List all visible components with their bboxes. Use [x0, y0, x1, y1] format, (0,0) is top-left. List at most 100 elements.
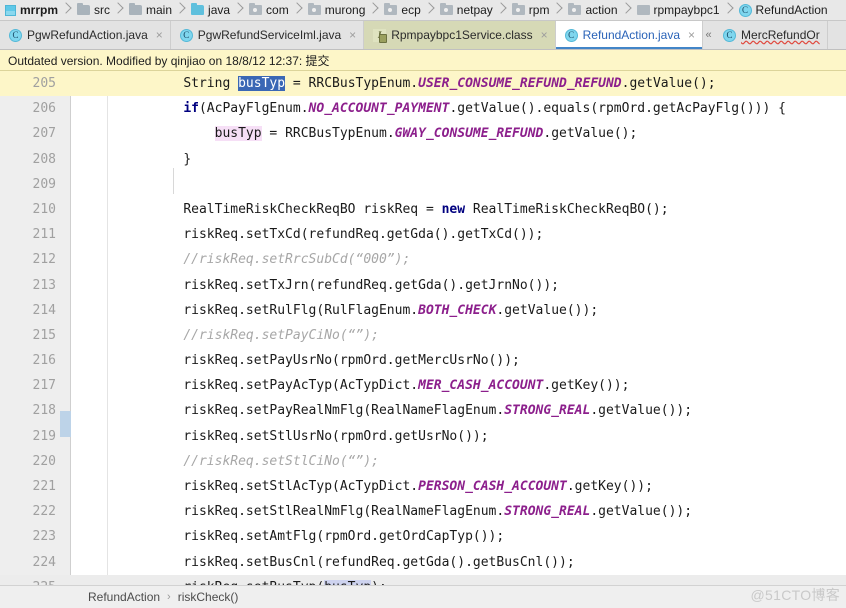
breadcrumb-separator-icon [292, 0, 303, 20]
code-token: = RRCBusTypEnum. [285, 76, 419, 91]
code-line[interactable]: 216 riskReq.setPayUsrNo(rpmOrd.getMercUsr… [0, 348, 846, 373]
breadcrumb-item-action[interactable]: action [563, 0, 620, 20]
package-icon [511, 3, 525, 15]
code-line[interactable]: 224 riskReq.setBusCnl(refundReq.getGda().… [0, 550, 846, 575]
close-icon[interactable]: × [541, 29, 548, 41]
editor-tab-refundaction-java[interactable]: C RefundAction.java × [555, 21, 704, 49]
editor-tab-pgwrefundaction-java[interactable]: C PgwRefundAction.java × [0, 21, 171, 49]
close-icon[interactable]: × [156, 29, 163, 41]
code-lines: 205 String busTyp = RRCBusTypEnum.USER_CO… [0, 71, 846, 588]
ide-window: mrrpm src main java com murong ecp netpay rpm act… [0, 0, 846, 608]
breadcrumb-separator-icon [723, 0, 734, 20]
code-token: .getValue(); [543, 126, 638, 142]
code-token: PERSON_CASH_ACCOUNT [418, 479, 567, 494]
outdated-version-notice-text: Outdated version. Modified by qinjiao on… [8, 53, 330, 68]
code-text: riskReq.setPayRealNmFlg(RealNameFlagEnum… [152, 398, 846, 423]
breadcrumb-item-src[interactable]: src [72, 0, 113, 20]
breadcrumb-item-mrrpm[interactable]: mrrpm [0, 0, 61, 20]
breadcrumb-item-ecp[interactable]: ecp [379, 0, 423, 20]
outdated-version-notice[interactable]: Outdated version. Modified by qinjiao on… [0, 50, 846, 71]
code-line[interactable]: 211 riskReq.setTxCd(refundReq.getGda().ge… [0, 222, 846, 247]
code-token: riskReq.setPayRealNmFlg(RealNameFlagEnum… [183, 403, 505, 419]
code-token: if [183, 101, 199, 117]
java-class-icon: C [723, 28, 737, 42]
code-text: riskReq.setAmtFlg(rpmOrd.getOrdCapTyp())… [152, 524, 846, 549]
code-text: //riskReq.setStlCiNo(“”); [152, 449, 846, 474]
breadcrumb-item-label: netpay [456, 3, 493, 17]
breadcrumb-item-java[interactable]: java [186, 0, 233, 20]
code-token: //riskReq.setPayCiNo(“”); [183, 327, 379, 343]
code-text: //riskReq.setPayCiNo(“”); [152, 323, 846, 348]
code-line[interactable]: 208} [0, 147, 846, 172]
code-line[interactable]: 212 //riskReq.setRrcSubCd(“000”); [0, 247, 846, 272]
code-text: RealTimeRiskCheckReqBO riskReq = new Rea… [152, 197, 846, 222]
code-text: riskReq.setStlAcTyp(AcTypDict.PERSON_CAS… [152, 474, 846, 499]
status-breadcrumb-bar: RefundAction › riskCheck() [0, 585, 846, 608]
editor-tab-bar: C PgwRefundAction.java × C PgwRefundServiceI… [0, 21, 846, 50]
line-number: 217 [32, 378, 56, 394]
code-line[interactable]: 222 riskReq.setStlRealNmFlg(RealNameFlagE… [0, 499, 846, 524]
breadcrumb-separator-icon [113, 0, 124, 20]
code-token: riskReq.setStlRealNmFlg(RealNameFlagEnum… [183, 504, 505, 520]
code-token: GWAY_CONSUME_REFUND [394, 126, 544, 142]
code-line[interactable]: 214 riskReq.setRulFlg(RulFlagEnum.BOTH_CH… [0, 298, 846, 323]
status-method-name[interactable]: riskCheck() [178, 590, 239, 604]
editor-tab-pgwrefundserviceiml-java[interactable]: C PgwRefundServiceIml.java × [170, 21, 365, 49]
code-text: riskReq.setTxCd(refundReq.getGda().getTx… [152, 222, 846, 247]
java-class-icon: C [179, 28, 193, 42]
code-line[interactable]: 209 [0, 172, 846, 197]
code-line[interactable]: 210 RealTimeRiskCheckReqBO riskReq = new … [0, 197, 846, 222]
line-number: 220 [32, 453, 56, 469]
code-line[interactable]: 207 busTyp = RRCBusTypEnum.GWAY_CONSUME_R… [0, 121, 846, 146]
breadcrumb-item-rpm[interactable]: rpm [507, 0, 553, 20]
code-line[interactable]: 218 riskReq.setPayRealNmFlg(RealNameFlagE… [0, 398, 846, 423]
editor-tab-label: Rpmpaybpc1Service.class [391, 28, 533, 42]
code-line[interactable]: 221 riskReq.setStlAcTyp(AcTypDict.PERSON_… [0, 474, 846, 499]
breadcrumb-item-label: rpmpaybpc1 [653, 3, 720, 17]
code-text: riskReq.setStlRealNmFlg(RealNameFlagEnum… [152, 499, 846, 524]
code-line[interactable]: 223 riskReq.setAmtFlg(rpmOrd.getOrdCapTyp… [0, 524, 846, 549]
tab-overflow-chevron-icon[interactable]: « [703, 21, 715, 49]
code-editor[interactable]: 205 String busTyp = RRCBusTypEnum.USER_CO… [0, 71, 846, 588]
editor-tab-label: RefundAction.java [582, 28, 681, 42]
editor-tab-rpmpaybpc1service-class[interactable]: I Rpmpaybpc1Service.class × [364, 21, 556, 49]
code-line[interactable]: 217 riskReq.setPayAcTyp(AcTypDict.MER_CAS… [0, 373, 846, 398]
code-token: new [441, 201, 466, 217]
code-token: STRONG_REAL [504, 504, 591, 520]
code-token: USER_CONSUME_REFUND_REFUND [418, 76, 622, 91]
code-line[interactable]: 205 String busTyp = RRCBusTypEnum.USER_CO… [0, 71, 846, 97]
status-class-name[interactable]: RefundAction [88, 590, 160, 604]
code-line[interactable]: 219 riskReq.setStlUsrNo(rpmOrd.getUsrNo()… [0, 424, 846, 449]
breadcrumb-item-rpmpaybpc1[interactable]: rpmpaybpc1 [632, 0, 723, 20]
code-token: riskReq.setPayUsrNo(rpmOrd.getMercUsrNo(… [183, 353, 520, 369]
breadcrumb-item-refundaction[interactable]: C RefundAction [734, 0, 831, 20]
close-icon[interactable]: × [688, 29, 695, 41]
breadcrumb-item-label: murong [324, 3, 366, 17]
package-icon [307, 3, 321, 15]
code-line[interactable]: 215 //riskReq.setPayCiNo(“”); [0, 323, 846, 348]
breadcrumb-item-com[interactable]: com [244, 0, 292, 20]
code-token: riskReq.setStlUsrNo(rpmOrd.getUsrNo()); [183, 428, 489, 444]
breadcrumb-separator-icon [233, 0, 244, 20]
code-text: busTyp = RRCBusTypEnum.GWAY_CONSUME_REFU… [152, 121, 846, 146]
breadcrumb-item-main[interactable]: main [124, 0, 175, 20]
java-class-icon: C [9, 28, 22, 42]
line-number: 216 [32, 353, 56, 369]
breadcrumb-item-murong[interactable]: murong [303, 0, 369, 20]
code-token: riskReq.setStlAcTyp(AcTypDict. [183, 479, 419, 494]
breadcrumb-item-label: src [94, 3, 111, 17]
breadcrumb-separator-icon [368, 0, 379, 20]
code-token: MER_CASH_ACCOUNT [418, 378, 544, 394]
line-number: 208 [32, 151, 56, 167]
code-line[interactable]: 213 riskReq.setTxJrn(refundReq.getGda().g… [0, 273, 846, 298]
editor-tab-mercrefundor[interactable]: C MercRefundOr [714, 21, 828, 49]
line-number: 213 [32, 277, 56, 293]
code-token: .getValue()); [496, 302, 599, 318]
code-line[interactable]: 220 //riskReq.setStlCiNo(“”); [0, 449, 846, 474]
breadcrumb-item-label: action [585, 3, 618, 17]
editor-tab-label: PgwRefundAction.java [27, 28, 148, 42]
code-line[interactable]: 206 if(AcPayFlgEnum.NO_ACCOUNT_PAYMENT.ge… [0, 96, 846, 121]
breadcrumb-item-netpay[interactable]: netpay [435, 0, 496, 20]
source-folder-icon [191, 3, 205, 15]
close-icon[interactable]: × [349, 29, 356, 41]
